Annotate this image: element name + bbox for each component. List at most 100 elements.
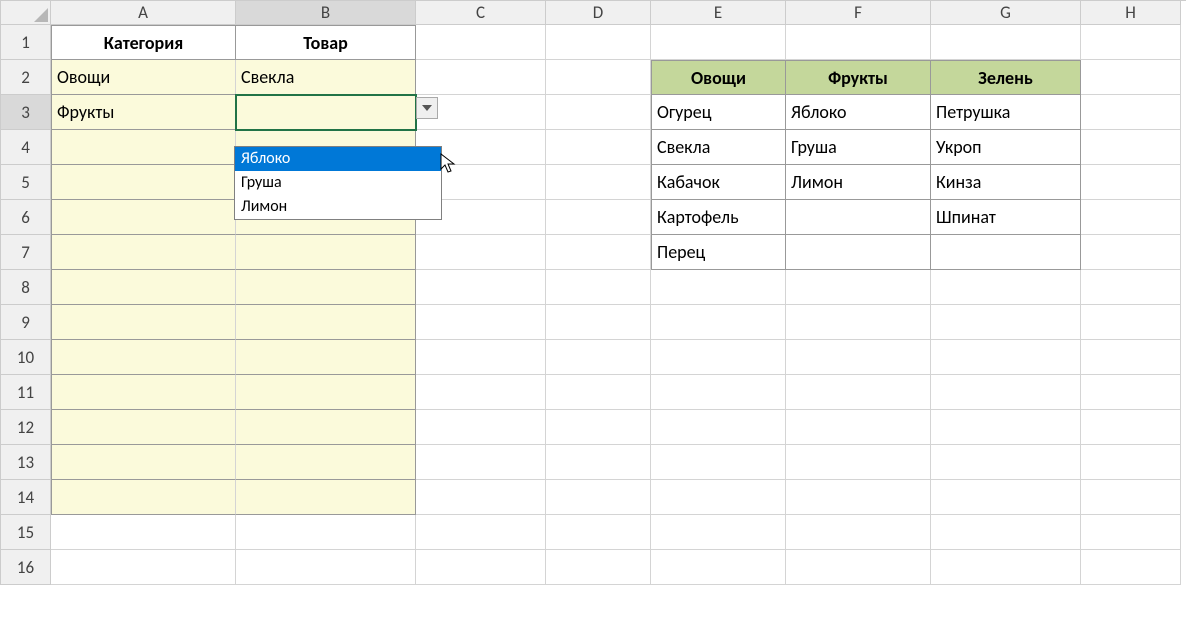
cell-F7[interactable]	[786, 235, 931, 270]
cell-A12[interactable]	[51, 410, 236, 445]
row-header-1[interactable]: 1	[1, 25, 51, 60]
cell-H13[interactable]	[1081, 445, 1181, 480]
row-header-11[interactable]: 11	[1, 375, 51, 410]
row-header-7[interactable]: 7	[1, 235, 51, 270]
cell-D14[interactable]	[546, 480, 651, 515]
cell-C8[interactable]	[416, 270, 546, 305]
cell-D10[interactable]	[546, 340, 651, 375]
cell-E3[interactable]: Огурец	[651, 95, 786, 130]
row-header-3[interactable]: 3	[1, 95, 51, 130]
cell-H8[interactable]	[1081, 270, 1181, 305]
cell-H9[interactable]	[1081, 305, 1181, 340]
cell-G13[interactable]	[931, 445, 1081, 480]
col-header-C[interactable]: C	[416, 1, 546, 25]
cell-G1[interactable]	[931, 25, 1081, 60]
cell-B8[interactable]	[236, 270, 416, 305]
row-header-14[interactable]: 14	[1, 480, 51, 515]
cell-H1[interactable]	[1081, 25, 1181, 60]
cell-D2[interactable]	[546, 60, 651, 95]
cell-G5[interactable]: Кинза	[931, 165, 1081, 200]
cell-E10[interactable]	[651, 340, 786, 375]
dropdown-option-2[interactable]: Лимон	[235, 195, 441, 219]
row-header-16[interactable]: 16	[1, 550, 51, 585]
cell-F14[interactable]	[786, 480, 931, 515]
row-header-6[interactable]: 6	[1, 200, 51, 235]
cell-A7[interactable]	[51, 235, 236, 270]
cell-C2[interactable]	[416, 60, 546, 95]
cell-F4[interactable]: Груша	[786, 130, 931, 165]
cell-C1[interactable]	[416, 25, 546, 60]
cell-D16[interactable]	[546, 550, 651, 585]
row-header-8[interactable]: 8	[1, 270, 51, 305]
cell-A4[interactable]	[51, 130, 236, 165]
cell-H10[interactable]	[1081, 340, 1181, 375]
row-header-5[interactable]: 5	[1, 165, 51, 200]
cell-C11[interactable]	[416, 375, 546, 410]
cell-E4[interactable]: Свекла	[651, 130, 786, 165]
cell-A9[interactable]	[51, 305, 236, 340]
cell-D15[interactable]	[546, 515, 651, 550]
dropdown-option-0[interactable]: Яблоко	[235, 147, 441, 171]
cell-F11[interactable]	[786, 375, 931, 410]
cell-F6[interactable]	[786, 200, 931, 235]
col-header-D[interactable]: D	[546, 1, 651, 25]
cell-G10[interactable]	[931, 340, 1081, 375]
cell-D3[interactable]	[546, 95, 651, 130]
cell-C12[interactable]	[416, 410, 546, 445]
cell-E5[interactable]: Кабачок	[651, 165, 786, 200]
cell-E7[interactable]: Перец	[651, 235, 786, 270]
cell-A13[interactable]	[51, 445, 236, 480]
col-header-A[interactable]: A	[51, 1, 236, 25]
cell-F1[interactable]	[786, 25, 931, 60]
cell-D6[interactable]	[546, 200, 651, 235]
cell-G3[interactable]: Петрушка	[931, 95, 1081, 130]
cell-C14[interactable]	[416, 480, 546, 515]
cell-G12[interactable]	[931, 410, 1081, 445]
cell-G14[interactable]	[931, 480, 1081, 515]
cell-D11[interactable]	[546, 375, 651, 410]
cell-A10[interactable]	[51, 340, 236, 375]
cell-H14[interactable]	[1081, 480, 1181, 515]
cell-D13[interactable]	[546, 445, 651, 480]
cell-E16[interactable]	[651, 550, 786, 585]
cell-B7[interactable]	[236, 235, 416, 270]
row-header-2[interactable]: 2	[1, 60, 51, 95]
cell-H11[interactable]	[1081, 375, 1181, 410]
cell-C16[interactable]	[416, 550, 546, 585]
row-header-15[interactable]: 15	[1, 515, 51, 550]
cell-F13[interactable]	[786, 445, 931, 480]
cell-H12[interactable]	[1081, 410, 1181, 445]
row-header-13[interactable]: 13	[1, 445, 51, 480]
cell-F5[interactable]: Лимон	[786, 165, 931, 200]
select-all-corner[interactable]	[1, 1, 51, 25]
cell-C10[interactable]	[416, 340, 546, 375]
cell-G6[interactable]: Шпинат	[931, 200, 1081, 235]
cell-G8[interactable]	[931, 270, 1081, 305]
cell-G9[interactable]	[931, 305, 1081, 340]
cell-A11[interactable]	[51, 375, 236, 410]
cell-F10[interactable]	[786, 340, 931, 375]
cell-E6[interactable]: Картофель	[651, 200, 786, 235]
cell-E11[interactable]	[651, 375, 786, 410]
cell-F8[interactable]	[786, 270, 931, 305]
cell-B3-active[interactable]	[236, 95, 416, 130]
cell-A14[interactable]	[51, 480, 236, 515]
row-header-12[interactable]: 12	[1, 410, 51, 445]
cell-H16[interactable]	[1081, 550, 1181, 585]
cell-F16[interactable]	[786, 550, 931, 585]
cell-G15[interactable]	[931, 515, 1081, 550]
col-header-F[interactable]: F	[786, 1, 931, 25]
dropdown-option-1[interactable]: Груша	[235, 171, 441, 195]
cell-A15[interactable]	[51, 515, 236, 550]
cell-B16[interactable]	[236, 550, 416, 585]
cell-B2[interactable]: Свекла	[236, 60, 416, 95]
cell-F12[interactable]	[786, 410, 931, 445]
cell-G7[interactable]	[931, 235, 1081, 270]
cell-C15[interactable]	[416, 515, 546, 550]
cell-H6[interactable]	[1081, 200, 1181, 235]
cell-H15[interactable]	[1081, 515, 1181, 550]
cell-D9[interactable]	[546, 305, 651, 340]
cell-F15[interactable]	[786, 515, 931, 550]
cell-C7[interactable]	[416, 235, 546, 270]
cell-A3[interactable]: Фрукты	[51, 95, 236, 130]
